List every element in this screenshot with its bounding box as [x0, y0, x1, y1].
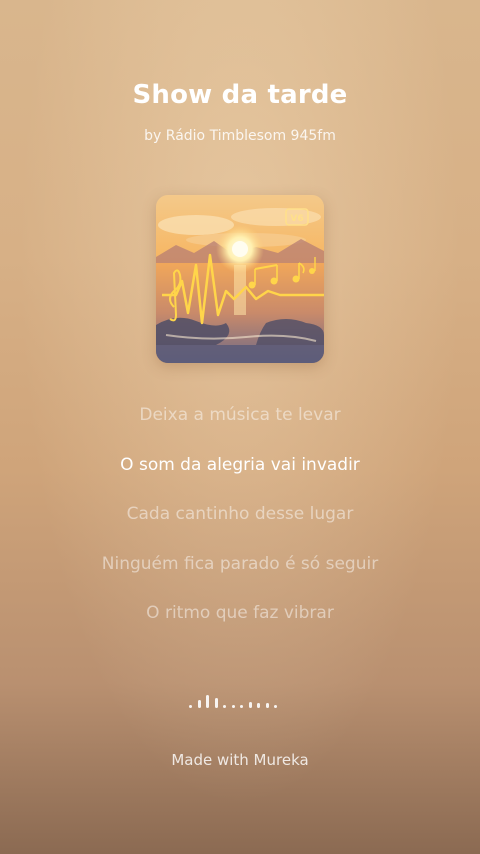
- lyric-line-5: O ritmo que faz vibrar: [146, 603, 334, 623]
- wave-bar: [223, 705, 226, 708]
- cover-badge: V6: [290, 214, 303, 224]
- lyrics-list: Deixa a música te levar O som da alegria…: [0, 400, 480, 648]
- lyric-line-2: O som da alegria vai invadir: [120, 454, 360, 475]
- wave-bar: [206, 695, 209, 708]
- wave-bar: [265, 703, 269, 708]
- album-cover[interactable]: V6: [156, 195, 324, 363]
- artist-byline: by Rádio Timblesom 945fm: [144, 128, 336, 144]
- wave-bar: [197, 700, 201, 708]
- lyric-line-4: Ninguém fica parado é só seguir: [101, 553, 379, 574]
- wave-bar: [240, 705, 243, 708]
- wave-bar: [274, 705, 277, 708]
- wave-bar: [231, 705, 235, 708]
- wave-bar: [248, 702, 252, 708]
- lyric-line-3: Cada cantinho desse lugar: [126, 504, 354, 524]
- wave-bar: [257, 703, 260, 708]
- made-with-footer: Made with Mureka: [171, 751, 309, 769]
- sunset-music-artwork: V6: [156, 195, 324, 363]
- wave-bar: [214, 698, 218, 708]
- lyric-line-1: Deixa a música te levar: [139, 405, 341, 425]
- audio-wave-icon: [189, 690, 289, 710]
- wave-bar: [189, 705, 192, 708]
- song-title: Show da tarde: [132, 80, 348, 110]
- player-screen: Show da tarde by Rádio Timblesom 945fm V…: [0, 0, 480, 854]
